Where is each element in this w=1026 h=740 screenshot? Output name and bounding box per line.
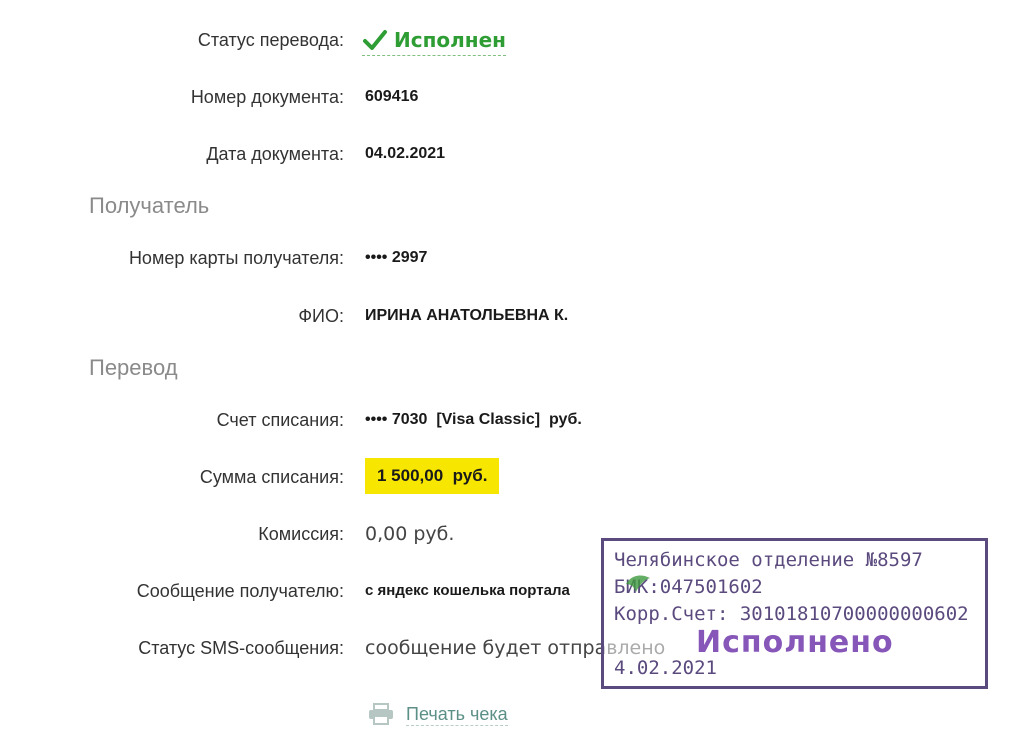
stamp-branch: Челябинское отделение №8597 (614, 549, 923, 571)
account-value: •••• 7030 [Visa Classic] руб. (365, 411, 582, 428)
amount-row: Сумма списания: 1 500,00 руб. (0, 458, 1026, 494)
recipient-name-label: ФИО: (298, 306, 344, 326)
bank-stamp: Челябинское отделение №8597 БИК:04750160… (601, 538, 988, 689)
fee-value: 0,00 руб. (365, 523, 455, 545)
doc-number-row: Номер документа: 609416 (0, 82, 1026, 112)
stamp-bik: БИК:047501602 (614, 576, 763, 598)
doc-date-label: Дата документа: (206, 144, 344, 164)
print-receipt-label: Печать чека (406, 703, 508, 726)
status-indicator[interactable]: Исполнен (362, 25, 507, 56)
status-value: Исполнен (394, 28, 507, 52)
stamp-date: 4.02.2021 (614, 657, 717, 679)
printer-icon (369, 703, 393, 725)
bank-logo-icon (626, 575, 650, 592)
account-label: Счет списания: (216, 410, 344, 430)
status-label: Статус перевода: (197, 30, 344, 50)
message-label: Сообщение получателю: (136, 581, 344, 601)
fee-label: Комиссия: (258, 524, 344, 544)
status-row: Статус перевода: Исполнен (0, 25, 1026, 56)
recipient-card-row: Номер карты получателя: •••• 2997 (0, 243, 1026, 273)
recipient-name-value: ИРИНА АНАТОЛЬЕВНА К. (365, 307, 569, 324)
doc-number-value: 609416 (365, 88, 419, 105)
message-value: с яндекс кошелька портала (365, 582, 570, 599)
account-row: Счет списания: •••• 7030 [Visa Classic] … (0, 405, 1026, 435)
amount-label: Сумма списания: (199, 467, 344, 487)
recipient-name-row: ФИО: ИРИНА АНАТОЛЬЕВНА К. (0, 301, 1026, 331)
print-receipt-link[interactable]: Печать чека (368, 700, 508, 728)
payment-section-title: Перевод (89, 355, 178, 380)
recipient-card-value: •••• 2997 (365, 249, 428, 266)
check-icon (363, 30, 387, 50)
sms-label: Статус SMS-сообщения: (138, 638, 344, 658)
recipient-section-title: Получатель (89, 193, 210, 218)
stamp-status: Исполнено (696, 625, 894, 660)
amount-value: 1 500,00 руб. (365, 458, 500, 494)
stamp-corr-account: Корр.Счет: 30101810700000000602 (614, 603, 969, 625)
recipient-card-label: Номер карты получателя: (128, 248, 344, 268)
doc-date-value: 04.02.2021 (365, 145, 446, 162)
doc-date-row: Дата документа: 04.02.2021 (0, 139, 1026, 169)
doc-number-label: Номер документа: (190, 87, 344, 107)
